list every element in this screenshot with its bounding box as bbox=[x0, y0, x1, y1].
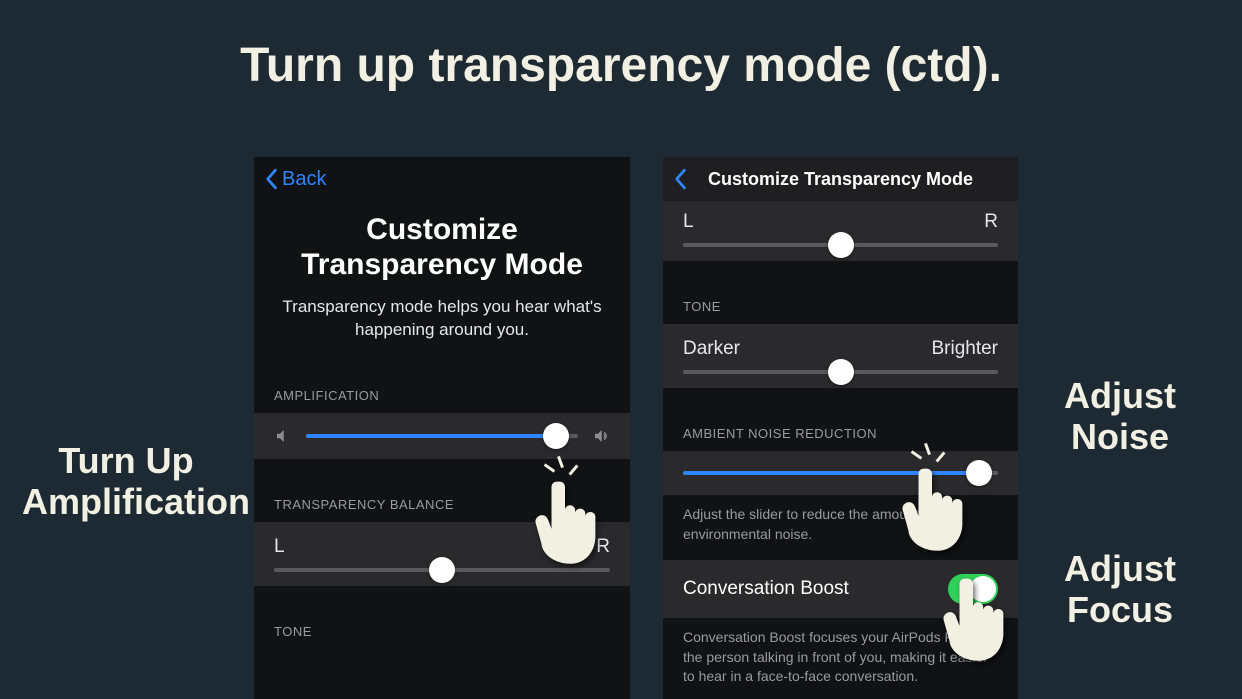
noise-slider[interactable] bbox=[683, 471, 998, 475]
tone-header-left: TONE bbox=[254, 608, 630, 639]
tone-right-label: Brighter bbox=[931, 338, 998, 360]
tone-cell: Darker Brighter bbox=[663, 324, 1018, 388]
lr-left-label: L bbox=[683, 211, 694, 233]
settings-screen-left: Back Customize Transparency Mode Transpa… bbox=[254, 157, 630, 699]
settings-screen-right: Customize Transparency Mode L R TONE Dar… bbox=[663, 157, 1018, 699]
amplification-slider[interactable] bbox=[306, 434, 578, 438]
balance-right-label: R bbox=[596, 536, 610, 558]
tap-burst-icon bbox=[913, 449, 943, 479]
nav-bar: Customize Transparency Mode bbox=[663, 157, 1018, 201]
balance-left-label: L bbox=[274, 536, 285, 558]
nav-title: Customize Transparency Mode bbox=[663, 169, 1018, 190]
amplification-header: AMPLIFICATION bbox=[254, 372, 630, 413]
noise-cell bbox=[663, 451, 1018, 495]
noise-header: AMBIENT NOISE REDUCTION bbox=[663, 410, 1018, 451]
balance-cell: L R bbox=[254, 522, 630, 586]
tone-left-label: Darker bbox=[683, 338, 740, 360]
conversation-boost-label: Conversation Boost bbox=[683, 578, 849, 600]
page-subtitle: Transparency mode helps you hear what's … bbox=[278, 296, 606, 342]
slide-title: Turn up transparency mode (ctd). bbox=[0, 38, 1242, 93]
conversation-boost-row: Conversation Boost bbox=[663, 560, 1018, 618]
volume-high-icon bbox=[592, 427, 610, 445]
volume-low-icon bbox=[274, 427, 292, 445]
annotation-noise: Adjust Noise bbox=[1040, 375, 1200, 458]
tone-slider[interactable] bbox=[683, 370, 998, 374]
lr-right-label: R bbox=[984, 211, 998, 233]
page-title: Customize Transparency Mode bbox=[278, 213, 606, 282]
back-button[interactable] bbox=[673, 168, 687, 190]
nav-bar: Back bbox=[254, 157, 630, 201]
amplification-cell bbox=[254, 413, 630, 459]
back-button[interactable]: Back bbox=[264, 168, 326, 191]
conversation-boost-toggle[interactable] bbox=[948, 574, 998, 604]
chevron-left-icon bbox=[264, 168, 278, 190]
hero-block: Customize Transparency Mode Transparency… bbox=[254, 201, 630, 372]
conversation-boost-description: Conversation Boost focuses your AirPods … bbox=[663, 618, 1018, 699]
annotation-amplification: Turn Up Amplification bbox=[22, 440, 230, 523]
back-label: Back bbox=[282, 168, 326, 191]
lr-slider[interactable] bbox=[683, 243, 998, 247]
noise-description: Adjust the slider to reduce the amount o… bbox=[663, 495, 1018, 560]
chevron-left-icon bbox=[673, 168, 687, 190]
balance-slider[interactable] bbox=[274, 568, 610, 572]
lr-cell: L R bbox=[663, 201, 1018, 261]
tone-header: TONE bbox=[663, 283, 1018, 324]
tap-burst-icon bbox=[546, 462, 576, 492]
annotation-focus: Adjust Focus bbox=[1040, 548, 1200, 631]
